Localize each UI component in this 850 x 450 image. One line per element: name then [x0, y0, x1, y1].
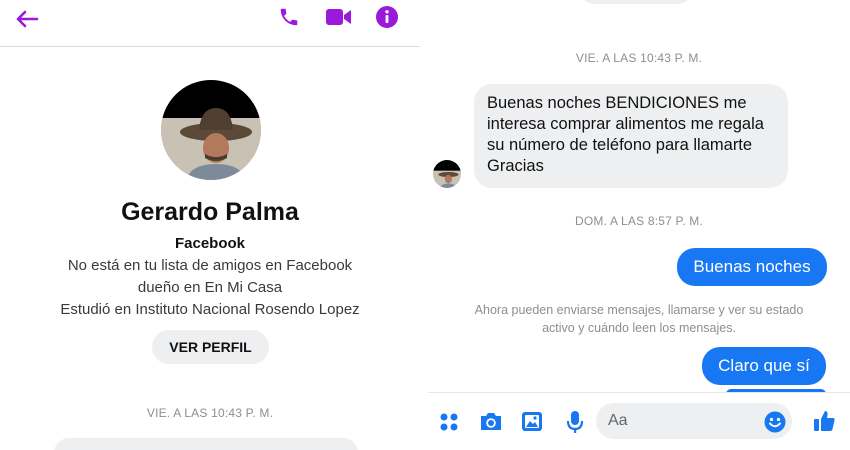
microphone-icon[interactable]: [566, 410, 584, 434]
phone-icon[interactable]: [278, 6, 300, 28]
sender-avatar: [433, 160, 461, 188]
work-info: dueño en En Mi Casa: [137, 279, 283, 296]
smiley-icon[interactable]: [764, 411, 786, 433]
incoming-message: Buenas noches BENDICIONES me interesa co…: [474, 84, 788, 188]
message-timestamp: VIE. A LAS 10:43 P. M.: [146, 406, 274, 420]
message-composer: [428, 392, 850, 450]
message-bubble-partial: [54, 438, 358, 450]
outgoing-message: Buenas noches: [677, 248, 827, 286]
thumbs-up-icon[interactable]: [812, 409, 836, 433]
panel-divider: [420, 0, 428, 450]
profile-source: Facebook: [174, 235, 246, 252]
profile-avatar: [161, 80, 261, 180]
chat-header: [0, 0, 420, 47]
friend-status: No está en tu lista de amigos en Faceboo…: [67, 257, 353, 274]
timestamp-sunday: DOM. A LAS 8:57 P. M.: [574, 214, 704, 228]
image-icon[interactable]: [521, 411, 543, 432]
info-icon[interactable]: [376, 6, 398, 28]
education-info: Estudió en Instituto Nacional Rosendo Lo…: [60, 301, 360, 318]
message-input[interactable]: [596, 403, 792, 439]
profile-name: Gerardo Palma: [121, 198, 299, 226]
system-message: Ahora pueden enviarse mensajes, llamarse…: [474, 303, 804, 335]
view-profile-button[interactable]: VER PERFIL: [152, 330, 269, 364]
message-bubble-partial: [580, 0, 692, 4]
camera-icon[interactable]: [479, 411, 503, 432]
timestamp-friday: VIE. A LAS 10:43 P. M.: [575, 51, 703, 65]
conversation-panel: VIE. A LAS 10:43 P. M. Buenas noches BEN…: [428, 0, 850, 450]
arrow-left-icon[interactable]: [14, 9, 40, 29]
video-camera-icon[interactable]: [326, 8, 352, 26]
profile-panel: Gerardo Palma Facebook No está en tu lis…: [0, 0, 420, 450]
four-dots-icon[interactable]: [439, 412, 459, 432]
outgoing-message: Claro que sí: [702, 347, 826, 385]
